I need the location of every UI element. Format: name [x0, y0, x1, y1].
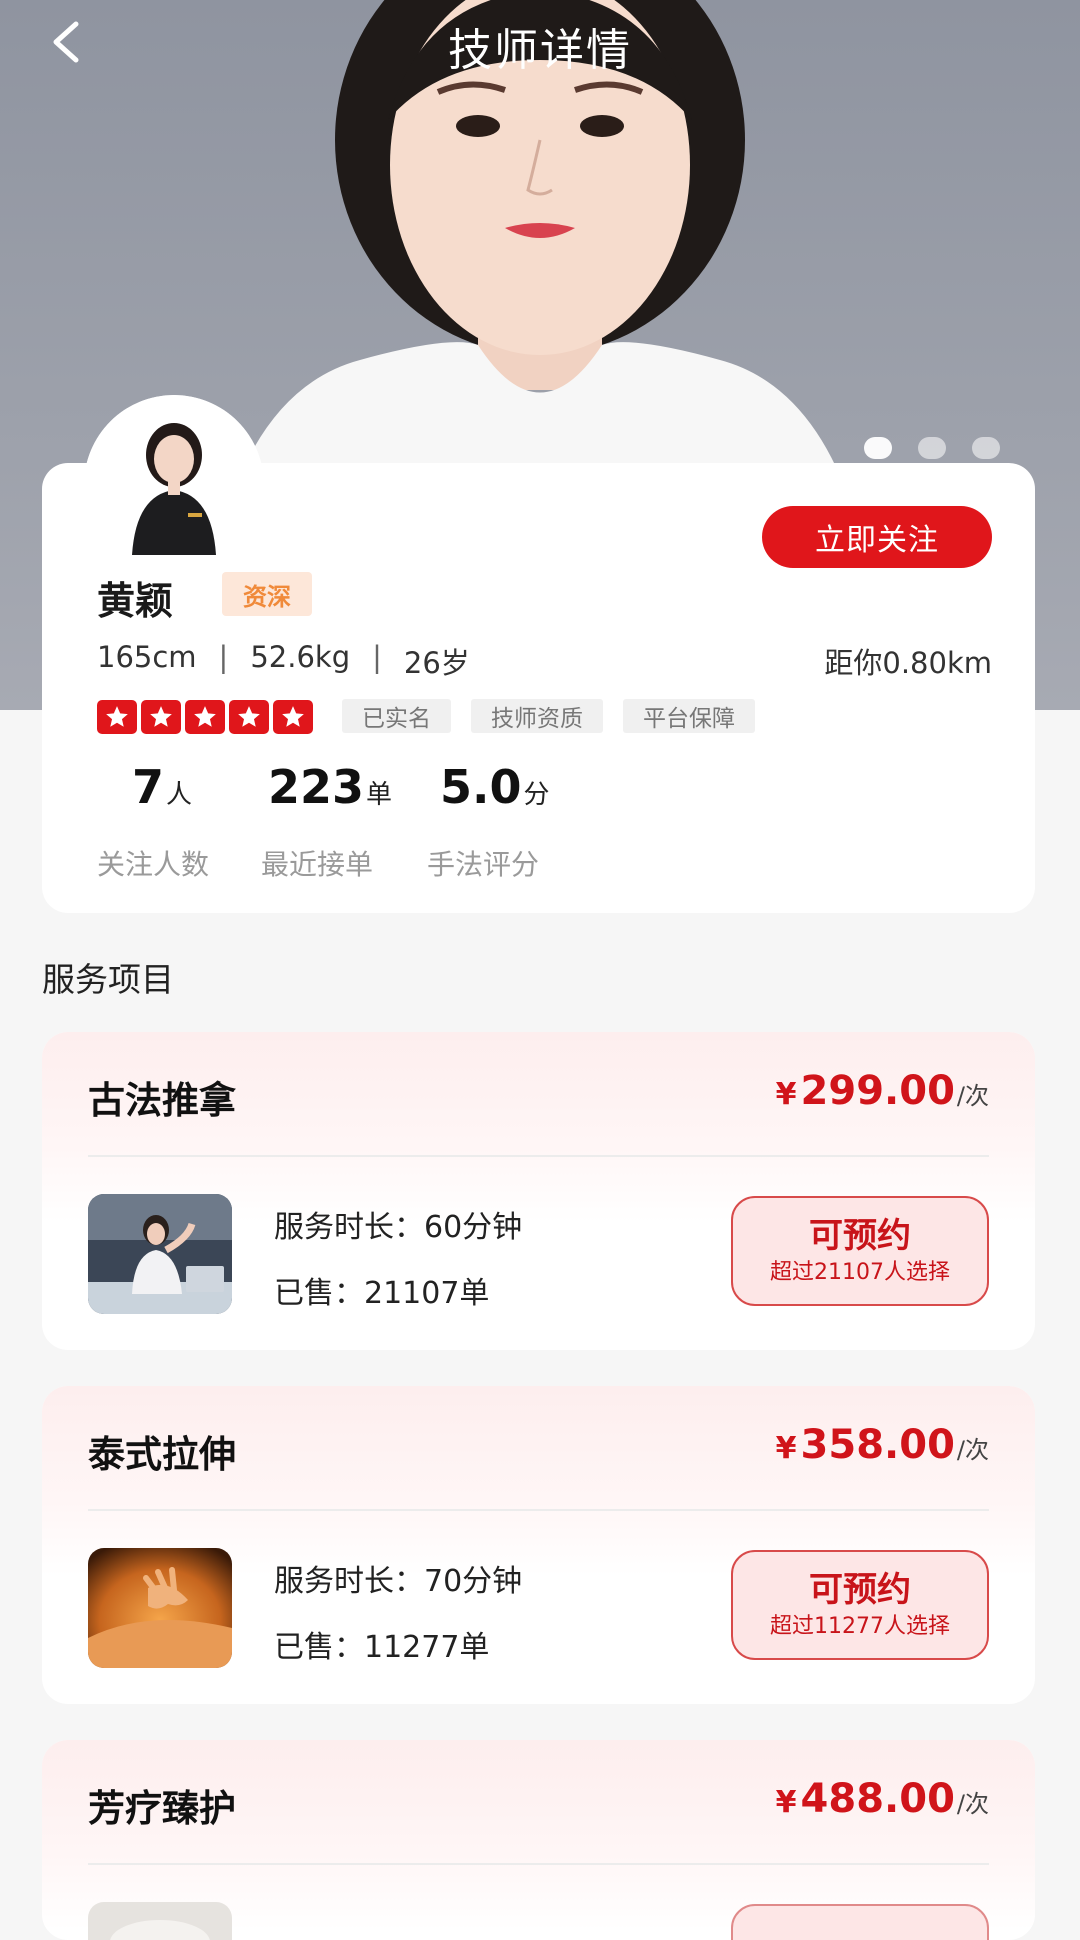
page-title: 技师详情 [448, 25, 632, 76]
service-duration: 服务时长：70分钟 [274, 1564, 523, 1599]
height-value: 165cm [97, 640, 197, 674]
service-price: ¥ 358.00 /次 [776, 1422, 989, 1468]
carousel-dot[interactable] [864, 437, 892, 459]
service-card[interactable]: 芳疗臻护 ¥ 488.00 /次 [42, 1740, 1035, 1940]
price-amount: 488.00 [800, 1776, 955, 1822]
orders-label: 最近接单 [261, 848, 374, 881]
carousel-indicators [864, 437, 1000, 459]
avatar-image [84, 395, 264, 575]
price-unit: /次 [956, 1790, 989, 1818]
divider [88, 1863, 989, 1865]
tag-verified-identity: 已实名 [342, 699, 451, 733]
book-label: 可预约 [809, 1216, 911, 1256]
orders-metric: 223单 [268, 760, 392, 814]
service-price: ¥ 299.00 /次 [776, 1068, 989, 1114]
book-subtext: 超过11277人选择 [770, 1614, 950, 1639]
score-value: 5.0 [440, 760, 522, 814]
currency-symbol: ¥ [775, 1785, 797, 1820]
book-button[interactable]: 可预约 超过21107人选择 [731, 1196, 989, 1306]
service-duration: 服务时长：60分钟 [274, 1210, 523, 1245]
service-name: 古法推拿 [88, 1079, 236, 1122]
follow-button[interactable]: 立即关注 [762, 506, 992, 568]
service-card[interactable]: 古法推拿 ¥ 299.00 /次 服务时长：60分钟 已售：21107单 可预约… [42, 1032, 1035, 1350]
divider [88, 1155, 989, 1157]
stats-separator: | [218, 640, 229, 674]
score-unit: 分 [523, 780, 550, 810]
tag-platform-guarantee: 平台保障 [623, 699, 755, 733]
carousel-dot[interactable] [918, 437, 946, 459]
price-unit: /次 [956, 1082, 989, 1110]
score-metric: 5.0分 [440, 760, 550, 814]
weight-value: 52.6kg [250, 640, 351, 674]
currency-symbol: ¥ [775, 1077, 797, 1112]
price-unit: /次 [956, 1436, 989, 1464]
book-label: 可预约 [809, 1570, 911, 1610]
service-thumbnail [88, 1902, 232, 1940]
book-button[interactable] [731, 1904, 989, 1940]
stats-separator: | [372, 640, 382, 674]
followers-label: 关注人数 [97, 848, 210, 881]
price-amount: 358.00 [800, 1422, 955, 1468]
star-icon [185, 700, 225, 734]
book-subtext: 超过21107人选择 [770, 1260, 950, 1285]
services-section-title: 服务项目 [42, 960, 174, 999]
technician-name: 黄颖 [97, 579, 174, 623]
service-name: 泰式拉伸 [88, 1433, 236, 1476]
service-price: ¥ 488.00 /次 [776, 1776, 989, 1822]
distance-label: 距你0.80km [824, 646, 992, 680]
verification-tags: 已实名 技师资质 平台保障 [342, 699, 755, 733]
service-name: 芳疗臻护 [88, 1787, 236, 1830]
service-sold-count: 已售：21107单 [274, 1276, 490, 1311]
level-badge: 资深 [222, 572, 312, 616]
orders-count: 223 [268, 760, 365, 814]
service-sold-count: 已售：11277单 [274, 1630, 490, 1665]
score-label: 手法评分 [427, 848, 540, 881]
followers-unit: 人 [166, 780, 193, 810]
followers-count: 7 [132, 760, 165, 814]
service-thumbnail [88, 1548, 232, 1668]
rating-stars [97, 700, 313, 734]
tag-qualification: 技师资质 [471, 699, 603, 733]
top-nav-bar: 技师详情 [0, 0, 1080, 90]
star-icon [141, 700, 181, 734]
currency-symbol: ¥ [775, 1431, 797, 1466]
price-amount: 299.00 [800, 1068, 955, 1114]
service-card[interactable]: 泰式拉伸 ¥ 358.00 /次 服务时长：70分钟 已售：11277单 可预约… [42, 1386, 1035, 1704]
age-value: 26岁 [403, 646, 470, 680]
avatar[interactable] [84, 395, 264, 575]
service-thumbnail [88, 1194, 232, 1314]
followers-metric: 7人 [132, 760, 192, 814]
book-button[interactable]: 可预约 超过11277人选择 [731, 1550, 989, 1660]
star-icon [273, 700, 313, 734]
carousel-dot[interactable] [972, 437, 1000, 459]
star-icon [229, 700, 269, 734]
star-icon [97, 700, 137, 734]
divider [88, 1509, 989, 1511]
orders-unit: 单 [366, 780, 393, 810]
body-stats: 165cm | 52.6kg | 26岁 [97, 640, 470, 682]
